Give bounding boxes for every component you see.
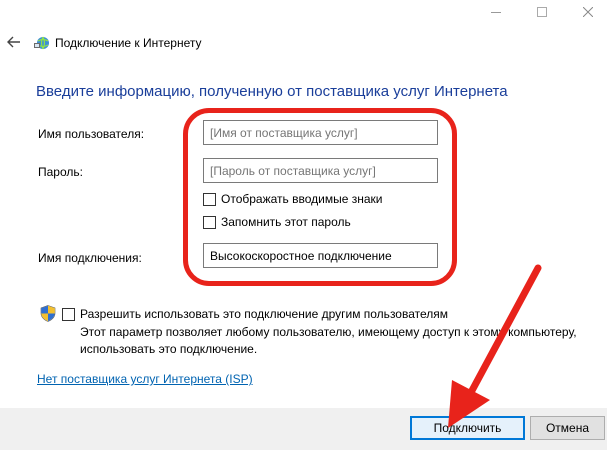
remember-password-option[interactable]: Запомнить этот пароль (203, 214, 351, 230)
show-chars-label: Отображать вводимые знаки (221, 192, 383, 206)
back-arrow-icon[interactable] (4, 32, 24, 52)
minimize-icon (491, 11, 501, 13)
remember-password-checkbox[interactable] (203, 215, 216, 229)
password-input[interactable] (203, 158, 438, 183)
window-title: Подключение к Интернету (55, 36, 202, 50)
connection-name-label: Имя подключения: (38, 251, 142, 265)
show-chars-checkbox[interactable] (203, 192, 216, 206)
remember-password-label: Запомнить этот пароль (221, 215, 351, 229)
password-label: Пароль: (38, 165, 83, 179)
connect-button[interactable]: Подключить (410, 416, 525, 440)
minimize-button[interactable] (473, 0, 519, 24)
uac-shield-icon (40, 305, 56, 322)
share-connection-option[interactable]: Разрешить использовать это подключение д… (62, 306, 448, 322)
share-connection-label: Разрешить использовать это подключение д… (80, 307, 449, 321)
username-label: Имя пользователя: (38, 127, 145, 141)
share-connection-checkbox[interactable] (62, 307, 75, 321)
maximize-button[interactable] (519, 0, 565, 24)
page-heading: Введите информацию, полученную от постав… (36, 83, 508, 100)
close-icon (583, 7, 593, 17)
network-globe-icon (34, 36, 49, 50)
close-button[interactable] (565, 0, 607, 24)
show-chars-option[interactable]: Отображать вводимые знаки (203, 191, 382, 207)
username-input[interactable] (203, 120, 438, 145)
maximize-icon (537, 7, 547, 17)
cancel-button[interactable]: Отмена (530, 416, 605, 440)
nav-row: Подключение к Интернету (0, 30, 607, 56)
title-bar (0, 0, 607, 24)
share-description: Этот параметр позволяет любому пользоват… (80, 325, 577, 356)
no-isp-link[interactable]: Нет поставщика услуг Интернета (ISP) (37, 372, 253, 386)
connection-name-input[interactable] (203, 243, 438, 268)
